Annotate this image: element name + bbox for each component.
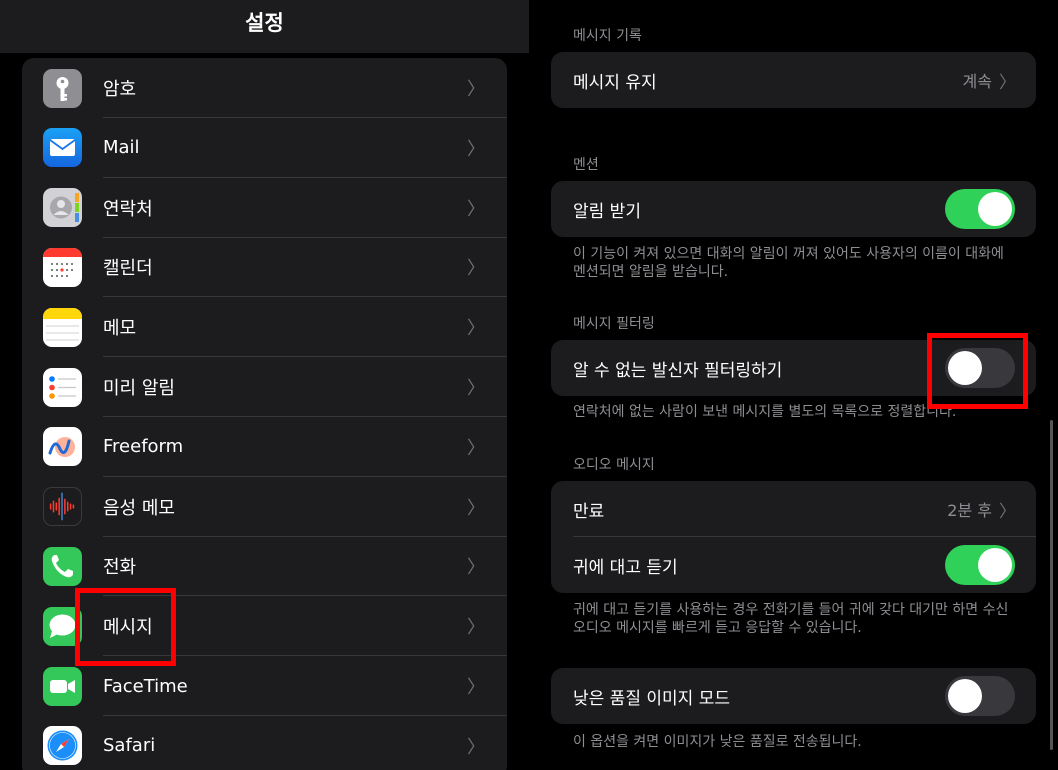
- safari-icon: [43, 726, 82, 766]
- contacts-icon: [43, 188, 82, 228]
- section-header-mentions: 멘션: [573, 157, 599, 173]
- sidebar-title: 설정: [245, 10, 284, 35]
- chevron-right-icon: 〉: [467, 437, 485, 459]
- sidebar-item-label: Safari: [103, 735, 156, 757]
- chevron-right-icon: 〉: [467, 138, 485, 160]
- low-quality-footer: 이 옵션을 켜면 이미지가 낮은 품질로 전송됩니다.: [573, 734, 862, 750]
- chevron-right-icon: 〉: [467, 677, 485, 699]
- sidebar-item-label: FaceTime: [103, 675, 188, 697]
- chevron-right-icon: 〉: [467, 617, 485, 639]
- mail-icon: [43, 128, 82, 168]
- key-icon: [43, 68, 82, 108]
- settings-screen: 설정 암호 〉 Mail 〉 연락처 〉 캘린더 〉 메모 〉 미리 알림 〉 …: [0, 0, 1058, 770]
- filter-unknown-label: 알 수 없는 발신자 필터링하기: [573, 360, 783, 381]
- chevron-right-icon: 〉: [467, 497, 485, 519]
- sidebar-item-contacts[interactable]: 연락처 〉: [22, 178, 507, 238]
- toggle-knob: [948, 679, 982, 713]
- chevron-right-icon: 〉: [467, 198, 485, 220]
- section-header-audio: 오디오 메시지: [573, 457, 655, 473]
- freeform-icon: [43, 427, 82, 467]
- section-header-filtering: 메시지 필터링: [573, 316, 655, 332]
- chevron-right-icon: 〉: [999, 501, 1016, 522]
- sidebar-item-label: Mail: [103, 137, 140, 159]
- section-header-history: 메시지 기록: [573, 28, 642, 44]
- chevron-right-icon: 〉: [467, 378, 485, 400]
- voice-memo-icon: [43, 487, 82, 527]
- expire-value: 2분 후: [947, 501, 992, 520]
- facetime-icon: [43, 666, 82, 706]
- sidebar-item-label: 음성 메모: [103, 497, 175, 519]
- keep-messages-label: 메시지 유지: [573, 72, 657, 93]
- sidebar-item-mail[interactable]: Mail 〉: [22, 118, 507, 178]
- chevron-right-icon: 〉: [467, 557, 485, 579]
- sidebar-item-passwords[interactable]: 암호 〉: [22, 58, 507, 118]
- audio-footer: 귀에 대고 듣기를 사용하는 경우 전화기를 들어 귀에 갖다 대기만 하면 수…: [573, 602, 1009, 636]
- reminders-icon: [43, 367, 82, 407]
- highlight-box-filter-toggle: [927, 333, 1028, 409]
- low-quality-row: 낮은 품질 이미지 모드: [551, 668, 1036, 724]
- sidebar-item-safari[interactable]: Safari 〉: [22, 716, 507, 770]
- sidebar-item-freeform[interactable]: Freeform 〉: [22, 417, 507, 477]
- mentions-footer: 이 기능이 켜져 있으면 대화의 알림이 꺼져 있어도 사용자의 이름이 대화에…: [573, 246, 1004, 280]
- chevron-right-icon: 〉: [467, 318, 485, 340]
- sidebar-item-notes[interactable]: 메모 〉: [22, 297, 507, 358]
- sidebar-item-label: 연락처: [103, 198, 153, 220]
- notes-icon: [43, 307, 82, 347]
- chevron-right-icon: 〉: [999, 72, 1016, 93]
- chevron-right-icon: 〉: [467, 736, 485, 758]
- group-mentions: 알림 받기: [551, 181, 1036, 237]
- group-history: 메시지 유지 계속 〉: [551, 52, 1036, 108]
- sidebar-item-label: 미리 알림: [103, 378, 175, 400]
- highlight-box-messages: [75, 588, 176, 666]
- raise-to-listen-label: 귀에 대고 듣기: [573, 557, 678, 578]
- notify-me-toggle[interactable]: [945, 189, 1015, 229]
- notify-me-row: 알림 받기: [551, 181, 1036, 237]
- sidebar-item-label: 캘린더: [103, 258, 153, 280]
- sidebar-item-label: Freeform: [103, 436, 184, 458]
- keep-messages-row[interactable]: 메시지 유지 계속 〉: [551, 52, 1036, 108]
- sidebar-item-label: 암호: [103, 79, 137, 100]
- sidebar-header: 설정: [0, 0, 529, 53]
- sidebar-item-label: 메모: [103, 318, 137, 340]
- sidebar-item-label: 전화: [103, 557, 137, 579]
- messages-settings-pane: 메시지 기록 메시지 유지 계속 〉 멘션 알림 받기 이 기능이 켜져 있으면…: [529, 0, 1058, 770]
- chevron-right-icon: 〉: [467, 258, 485, 280]
- low-quality-label: 낮은 품질 이미지 모드: [573, 688, 730, 709]
- notify-me-label: 알림 받기: [573, 201, 641, 222]
- sidebar-item-calendar[interactable]: 캘린더 〉: [22, 238, 507, 298]
- raise-to-listen-row: 귀에 대고 듣기: [551, 537, 1036, 593]
- raise-to-listen-toggle[interactable]: [945, 545, 1015, 585]
- chevron-right-icon: 〉: [467, 79, 485, 100]
- sidebar-item-reminders[interactable]: 미리 알림 〉: [22, 357, 507, 417]
- keep-messages-value: 계속: [962, 72, 992, 91]
- scrollbar[interactable]: [1050, 420, 1053, 750]
- group-audio: 만료 2분 후 〉 귀에 대고 듣기: [551, 481, 1036, 593]
- calendar-icon: [43, 247, 82, 287]
- low-quality-toggle[interactable]: [945, 676, 1015, 716]
- expire-row[interactable]: 만료 2분 후 〉: [551, 481, 1036, 537]
- toggle-knob: [978, 548, 1012, 582]
- sidebar-item-voice-memos[interactable]: 음성 메모 〉: [22, 477, 507, 537]
- toggle-knob: [978, 192, 1012, 226]
- group-low-quality: 낮은 품질 이미지 모드: [551, 668, 1036, 724]
- expire-label: 만료: [573, 501, 605, 522]
- phone-icon: [43, 546, 82, 586]
- settings-sidebar: 설정 암호 〉 Mail 〉 연락처 〉 캘린더 〉 메모 〉 미리 알림 〉 …: [0, 0, 529, 770]
